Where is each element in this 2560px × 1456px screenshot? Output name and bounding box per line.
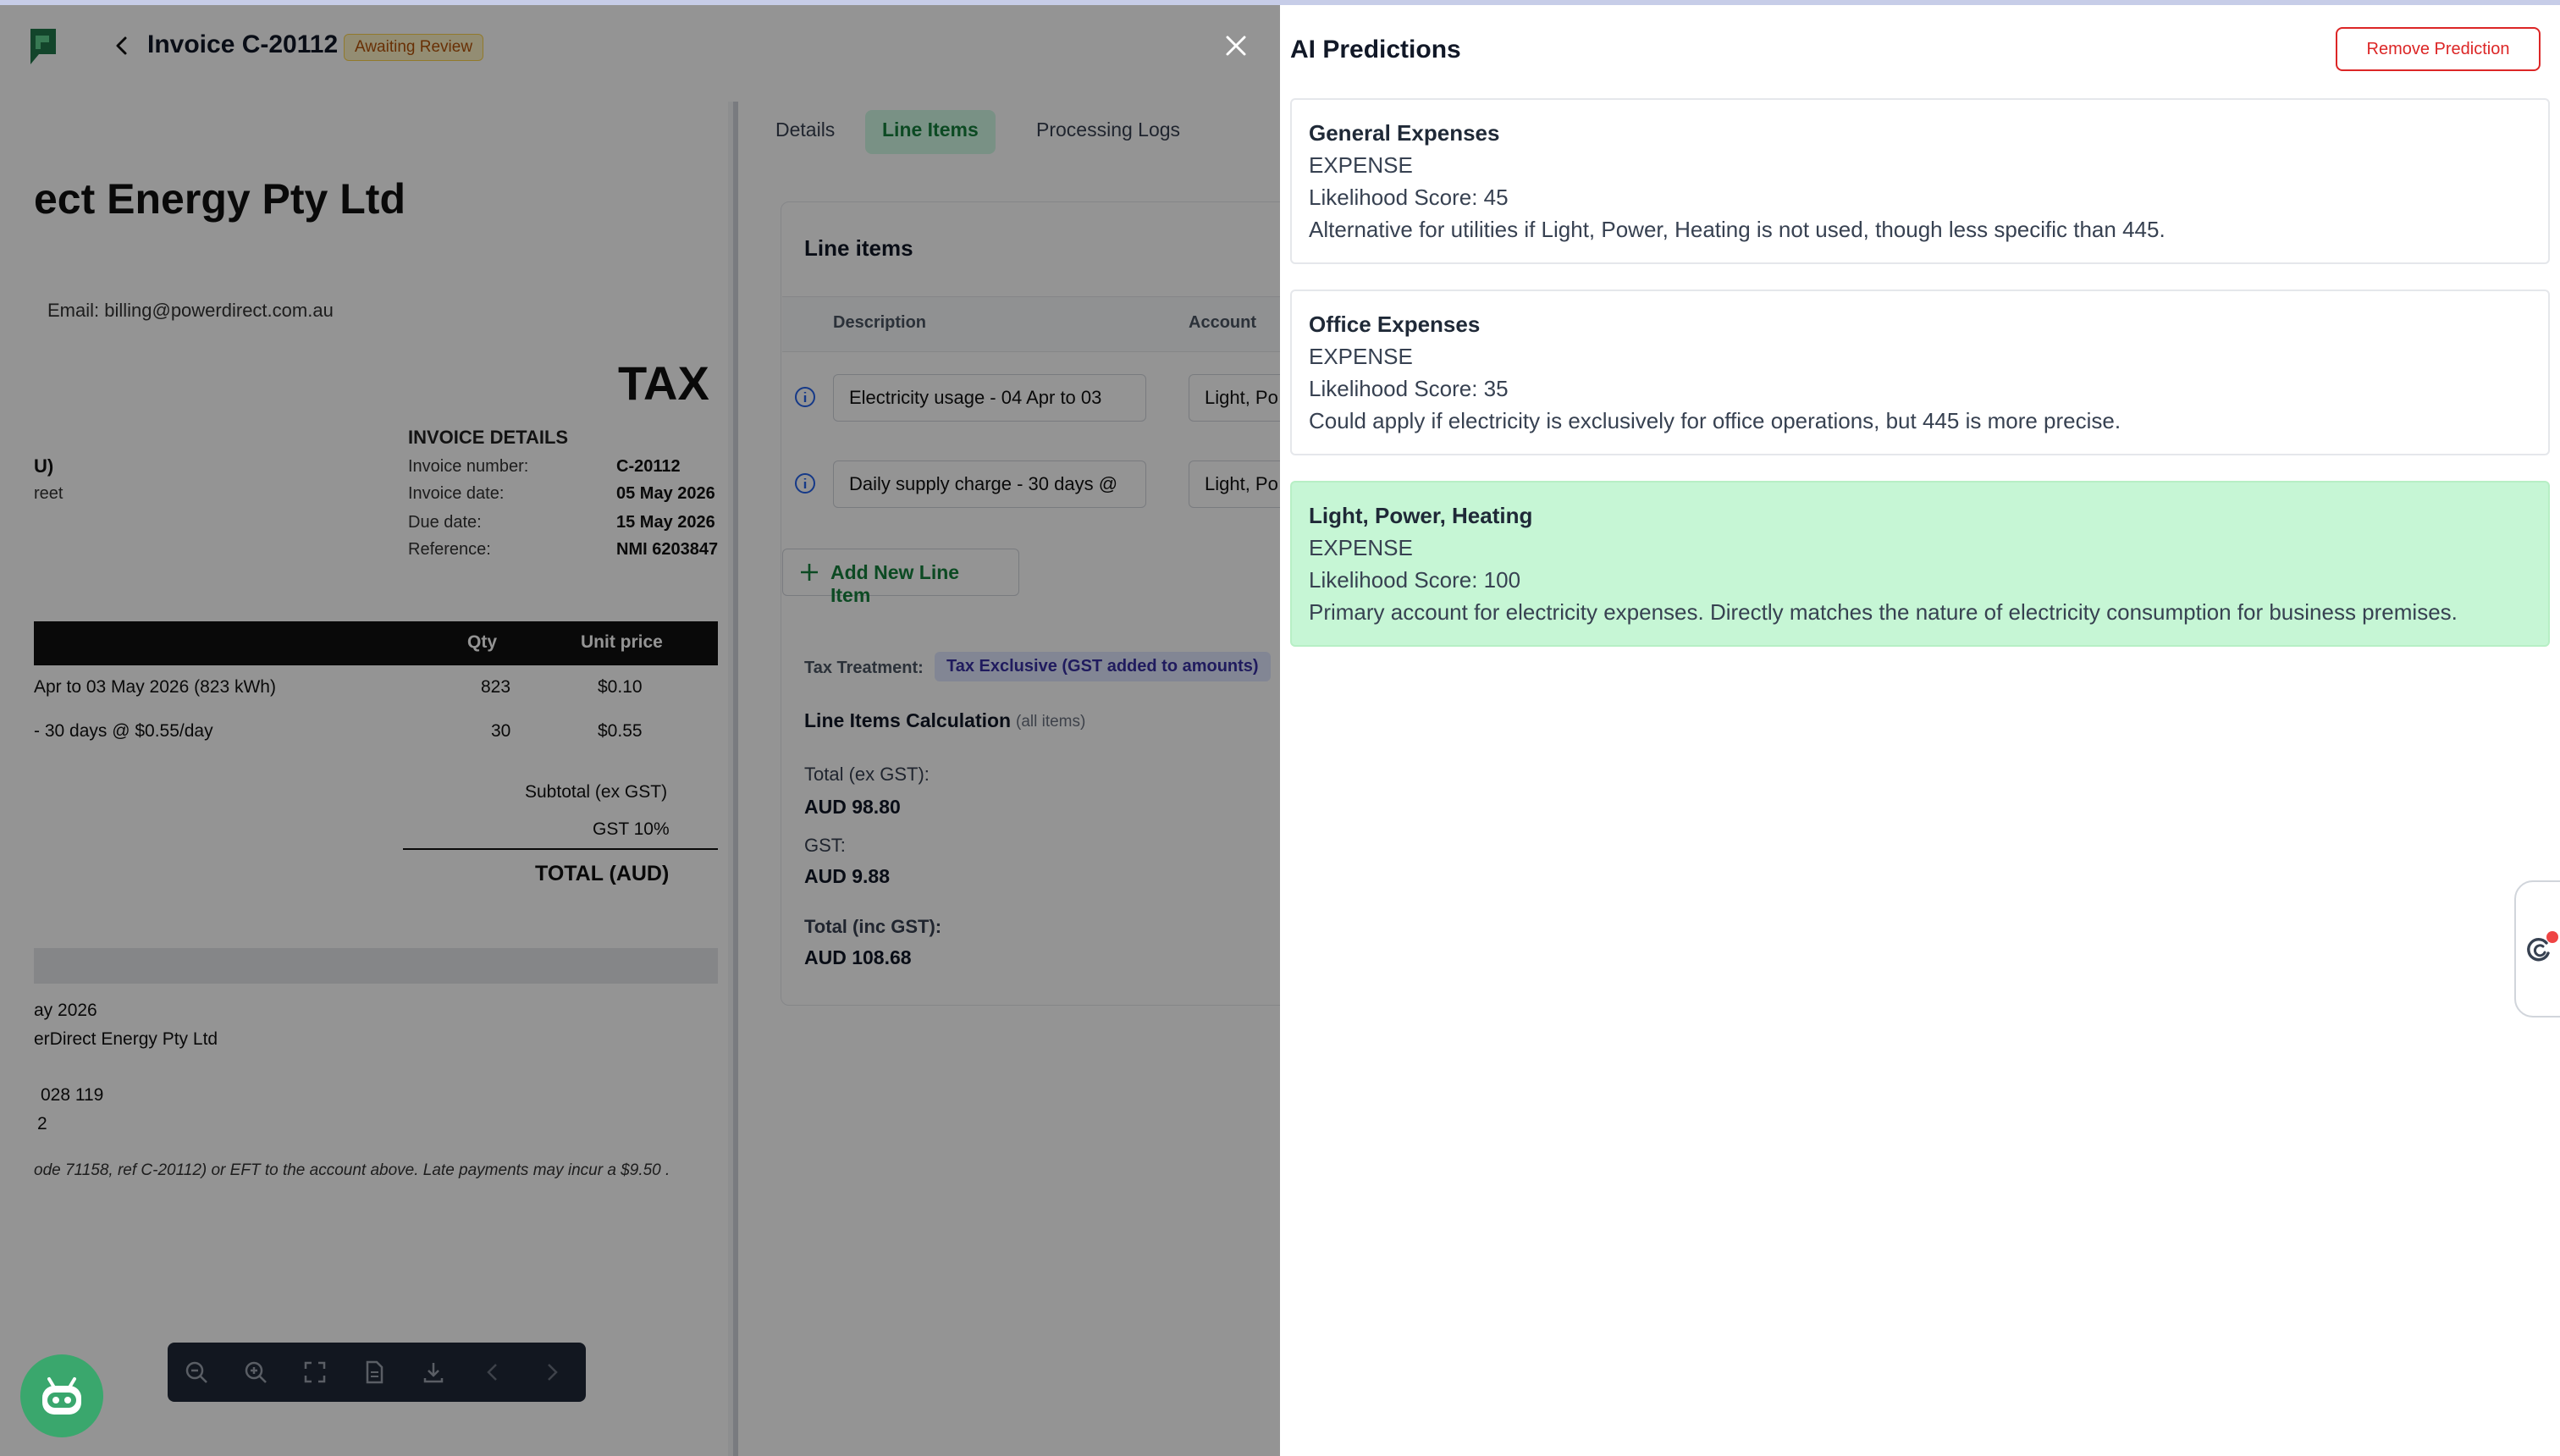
pdf-total-label: TOTAL (AUD): [535, 862, 670, 885]
pdf-email: Email: billing@powerdirect.com.au: [47, 300, 334, 321]
chevron-left-icon[interactable]: [110, 34, 134, 58]
pdf-viewer[interactable]: ect Energy Pty Ltd Email: billing@powerd…: [0, 102, 737, 1456]
gst-value: AUD 9.88: [804, 865, 890, 887]
prediction-account-name: Office Expenses: [1309, 312, 1481, 337]
tax-treatment-label: Tax Treatment:: [804, 659, 924, 677]
tab-line-items[interactable]: Line Items: [865, 110, 996, 154]
fullscreen-icon[interactable]: [300, 1357, 330, 1387]
pdf-table-row: - 30 days @ $0.55/day 30 $0.55: [34, 721, 643, 741]
calculation-title: Line Items Calculation: [804, 709, 1012, 731]
invoice-title: Invoice C-20112: [147, 30, 339, 58]
prediction-card-general-expenses[interactable]: General Expenses EXPENSE Likelihood Scor…: [1290, 98, 2550, 264]
total-ex-gst-label: Total (ex GST):: [804, 764, 930, 785]
pdf-table-header: Qty Unit price: [34, 621, 718, 665]
pdf-bill-to: U): [34, 455, 54, 477]
remove-prediction-button[interactable]: Remove Prediction: [2336, 27, 2541, 71]
col-account: Account: [1189, 313, 1256, 332]
zoom-out-icon[interactable]: [181, 1357, 212, 1387]
pdf-footer-line: 028 119: [41, 1085, 104, 1105]
info-icon[interactable]: [794, 386, 816, 408]
pdf-invoice-number: Invoice number: C-20112: [408, 457, 681, 476]
pdf-col-qty: Qty: [467, 632, 498, 652]
chevron-right-icon[interactable]: [537, 1357, 567, 1387]
pdf-subtotal-label: Subtotal (ex GST): [525, 782, 668, 802]
prediction-account-type: EXPENSE: [1309, 344, 1413, 369]
line-item-description-input[interactable]: Daily supply charge - 30 days @: [833, 461, 1146, 508]
add-line-item-button[interactable]: Add New Line Item: [782, 549, 1019, 606]
calculation-subtitle: (all items): [1016, 713, 1086, 731]
window-top-border: [0, 0, 2560, 5]
line-item-account-select[interactable]: Light, Po: [1189, 374, 1280, 422]
assistant-bot-button[interactable]: [20, 1354, 103, 1437]
download-icon[interactable]: [418, 1357, 449, 1387]
prediction-card-light-power-heating[interactable]: Light, Power, Heating EXPENSE Likelihood…: [1290, 481, 2550, 647]
close-icon[interactable]: [1222, 32, 1250, 59]
chevron-left-icon[interactable]: [477, 1357, 508, 1387]
pdf-table-row: Apr to 03 May 2026 (823 kWh) 823 $0.10: [34, 677, 643, 697]
ai-predictions-drawer: AI Predictions Remove Prediction General…: [1280, 5, 2560, 1456]
pdf-due-date: Due date: 15 May 2026: [408, 513, 715, 532]
panel-resize-handle[interactable]: [733, 102, 738, 1456]
pdf-col-unit-price: Unit price: [581, 632, 663, 652]
info-icon[interactable]: [794, 472, 816, 494]
pdf-doc-type: TAX: [618, 356, 709, 410]
pdf-footer-line: 2: [37, 1114, 47, 1133]
pdf-section-bar: [34, 948, 718, 984]
col-description: Description: [833, 313, 927, 332]
pdf-footer-line: erDirect Energy Pty Ltd: [34, 1029, 218, 1049]
pdf-footer-line: ay 2026: [34, 1001, 97, 1020]
prediction-account-type: EXPENSE: [1309, 535, 1413, 560]
line-items-title: Line items: [804, 235, 913, 261]
prediction-likelihood-score: Likelihood Score: 100: [1309, 567, 1521, 593]
pdf-page: ect Energy Pty Ltd Email: billing@powerd…: [0, 102, 728, 1456]
pdf-total-divider: [403, 848, 718, 850]
gst-label: GST:: [804, 835, 846, 856]
plus-icon: [801, 564, 818, 581]
total-ex-gst-value: AUD 98.80: [804, 796, 901, 818]
prediction-likelihood-score: Likelihood Score: 35: [1309, 376, 1509, 401]
tab-processing-logs[interactable]: Processing Logs: [1019, 110, 1197, 154]
support-widget-tab[interactable]: [2514, 880, 2560, 1018]
pdf-company-name: ect Energy Pty Ltd: [34, 175, 406, 223]
robot-icon: [42, 1377, 81, 1415]
logo-icon[interactable]: [27, 25, 59, 68]
invoice-review-app: Invoice C-20112 Awaiting Review ect Ener…: [0, 0, 1280, 1456]
tab-details[interactable]: Details: [759, 110, 852, 154]
prediction-reason: Primary account for electricity expenses…: [1309, 599, 2458, 625]
prediction-reason: Could apply if electricity is exclusivel…: [1309, 408, 2121, 433]
tax-treatment-badge: Tax Exclusive (GST added to amounts): [935, 652, 1271, 681]
pdf-invoice-details-heading: INVOICE DETAILS: [408, 427, 569, 448]
notification-dot: [2546, 931, 2558, 943]
prediction-card-office-expenses[interactable]: Office Expenses EXPENSE Likelihood Score…: [1290, 290, 2550, 455]
prediction-account-name: General Expenses: [1309, 120, 1500, 146]
total-inc-gst-value: AUD 108.68: [804, 946, 912, 968]
pdf-invoice-date: Invoice date: 05 May 2026: [408, 484, 715, 503]
pdf-gst-label: GST 10%: [593, 819, 670, 839]
status-badge: Awaiting Review: [344, 34, 484, 61]
zoom-in-icon[interactable]: [240, 1357, 271, 1387]
prediction-likelihood-score: Likelihood Score: 45: [1309, 185, 1509, 210]
app-header: Invoice C-20112 Awaiting Review: [0, 5, 1280, 86]
line-item-description-input[interactable]: Electricity usage - 04 Apr to 03: [833, 374, 1146, 422]
pdf-street: reet: [34, 484, 63, 503]
prediction-account-type: EXPENSE: [1309, 152, 1413, 178]
document-icon[interactable]: [359, 1357, 389, 1387]
prediction-reason: Alternative for utilities if Light, Powe…: [1309, 217, 2166, 242]
pdf-payment-note: ode 71158, ref C-20112) or EFT to the ac…: [34, 1161, 670, 1179]
total-inc-gst-label: Total (inc GST):: [804, 916, 942, 937]
drawer-title: AI Predictions: [1290, 36, 1461, 63]
prediction-account-name: Light, Power, Heating: [1309, 503, 1533, 528]
line-item-account-select[interactable]: Light, Po: [1189, 461, 1280, 508]
pdf-reference: Reference: NMI 6203847: [408, 540, 719, 559]
pdf-toolbar: [168, 1343, 586, 1402]
